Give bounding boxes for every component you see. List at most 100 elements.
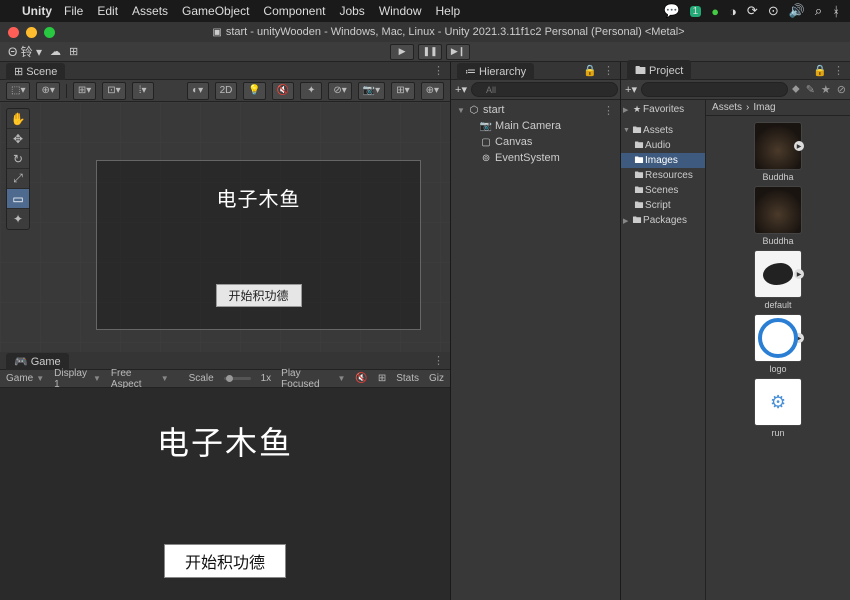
project-create-dropdown[interactable]: +▾ <box>625 83 637 96</box>
2d-toggle[interactable]: 2D <box>215 82 238 100</box>
gizmos-toggle[interactable]: ⊞▾ <box>391 82 414 100</box>
step-button[interactable]: ▶❙ <box>446 44 470 60</box>
fx-toggle[interactable]: ✦ <box>300 82 322 100</box>
pause-button[interactable]: ❚❚ <box>418 44 442 60</box>
hierarchy-row-eventsystem[interactable]: ⊚ EventSystem <box>451 150 620 166</box>
hidden-icon[interactable]: ⊘ <box>837 83 846 96</box>
menu-file[interactable]: File <box>64 4 83 18</box>
expand-icon[interactable]: ▶ <box>794 269 804 279</box>
breadcrumb-assets[interactable]: Assets <box>712 102 742 113</box>
hierarchy-menu-icon[interactable]: ⋮ <box>603 64 614 77</box>
breadcrumb-images[interactable]: Imag <box>753 102 775 113</box>
menu-jobs[interactable]: Jobs <box>339 4 364 18</box>
pivot-tool[interactable]: ⬚▾ <box>6 82 30 100</box>
maximize-icon[interactable]: ⊞ <box>378 373 386 384</box>
start-button-scene[interactable]: 开始积功德 <box>215 284 301 307</box>
sceneview-fx[interactable]: ⊘▾ <box>328 82 351 100</box>
expand-icon[interactable]: ▶ <box>794 333 804 343</box>
menu-assets[interactable]: Assets <box>132 4 168 18</box>
menu-component[interactable]: Component <box>263 4 325 18</box>
transform-tool[interactable]: ✦ <box>7 209 29 229</box>
asset-logo[interactable]: ▶ logo <box>754 314 802 374</box>
project-tree: ▶★Favorites ▼🖿Assets 🖿Audio 🖿Images 🖿Res… <box>621 100 706 600</box>
folder-resources[interactable]: 🖿Resources <box>621 168 705 183</box>
shading-mode[interactable]: ◐▾ <box>187 82 209 100</box>
scene-view[interactable]: ✋ ✥ ↻ ⤢ ▭ ✦ 电子木鱼 开始积功德 <box>0 102 450 352</box>
global-tool[interactable]: ⊕▾ <box>36 82 59 100</box>
audio-toggle[interactable]: 🔇 <box>272 82 294 100</box>
lighting-toggle[interactable]: 💡 <box>243 82 265 100</box>
grid-snap[interactable]: ⊞▾ <box>73 82 96 100</box>
filter-label-icon[interactable]: ⬥ <box>792 83 800 96</box>
start-button-game[interactable]: 开始积功德 <box>164 544 286 578</box>
project-menu-icon[interactable]: ⋮ <box>833 64 844 77</box>
tab-hierarchy[interactable]: ≔Hierarchy <box>457 63 534 80</box>
menu-edit[interactable]: Edit <box>97 4 118 18</box>
hand-tool[interactable]: ✋ <box>7 109 29 129</box>
status-icon-2[interactable]: ◑ <box>729 4 737 19</box>
assets-row[interactable]: ▼🖿Assets <box>621 123 705 138</box>
window-maximize[interactable] <box>44 27 55 38</box>
game-menu-icon[interactable]: ⋮ <box>433 354 444 367</box>
rect-tool[interactable]: ▭ <box>7 189 29 209</box>
asset-buddha-1[interactable]: ▶ Buddha <box>754 122 802 182</box>
volume-icon[interactable]: 🔊 <box>789 3 805 19</box>
project-search[interactable] <box>641 82 788 97</box>
folder-audio[interactable]: 🖿Audio <box>621 138 705 153</box>
package-icon[interactable]: ⊞ <box>69 45 78 58</box>
rotate-tool[interactable]: ↻ <box>7 149 29 169</box>
scene-camera[interactable]: ⊕▾ <box>421 82 444 100</box>
packages-row[interactable]: ▶🖿Packages <box>621 213 705 228</box>
account-icon[interactable]: Θ 铃 ▾ <box>8 43 42 60</box>
window-close[interactable] <box>8 27 19 38</box>
mute-icon[interactable]: 🔇 <box>355 373 367 384</box>
camera-settings[interactable]: 📷▾ <box>358 82 385 100</box>
hierarchy-row-scene[interactable]: ▼⬡ start ⋮ <box>451 102 620 118</box>
hierarchy-search[interactable] <box>471 82 618 97</box>
create-dropdown[interactable]: +▾ <box>455 83 467 96</box>
expand-icon[interactable]: ▶ <box>794 141 804 151</box>
status-icon-3[interactable]: ⟳ <box>747 3 758 19</box>
favorite-icon[interactable]: ★ <box>821 83 831 96</box>
play-button[interactable]: ▶ <box>390 44 414 60</box>
scale-slider[interactable] <box>224 377 251 380</box>
game-dropdown[interactable]: Game▼ <box>6 373 44 384</box>
bluetooth-icon[interactable]: ᚼ <box>832 4 840 19</box>
project-lock-icon[interactable]: 🔒 <box>813 64 827 77</box>
notification-badge[interactable]: 1 <box>690 6 702 17</box>
aspect-dropdown[interactable]: Free Aspect▼ <box>111 368 169 390</box>
asset-buddha-2[interactable]: Buddha <box>754 186 802 246</box>
cloud-icon[interactable]: ☁ <box>50 45 61 58</box>
menu-help[interactable]: Help <box>436 4 461 18</box>
asset-default[interactable]: ▶ default <box>754 250 802 310</box>
scene-menu-icon[interactable]: ⋮ <box>433 64 444 77</box>
snap-toggle[interactable]: ⁞▾ <box>132 82 154 100</box>
hierarchy-row-camera[interactable]: 📷 Main Camera <box>451 118 620 134</box>
window-minimize[interactable] <box>26 27 37 38</box>
status-icon-1[interactable]: ● <box>711 4 719 19</box>
menu-gameobject[interactable]: GameObject <box>182 4 249 18</box>
filter-type-icon[interactable]: ✎ <box>806 83 815 96</box>
wechat-icon[interactable]: 💬 <box>663 3 679 19</box>
gizmos-game-toggle[interactable]: Giz <box>429 373 444 384</box>
play-focused-dropdown[interactable]: Play Focused▼ <box>281 368 345 390</box>
favorites-row[interactable]: ▶★Favorites <box>621 102 705 117</box>
search-icon[interactable]: ⌕ <box>815 3 822 19</box>
tab-scene[interactable]: ⊞Scene <box>6 63 65 80</box>
menu-window[interactable]: Window <box>379 4 422 18</box>
folder-script[interactable]: 🖿Script <box>621 198 705 213</box>
display-dropdown[interactable]: Display 1▼ <box>54 368 101 390</box>
hierarchy-lock-icon[interactable]: 🔒 <box>583 64 597 77</box>
asset-run[interactable]: run <box>754 378 802 438</box>
scale-tool[interactable]: ⤢ <box>7 169 29 189</box>
hierarchy-row-canvas[interactable]: ▢ Canvas <box>451 134 620 150</box>
app-name[interactable]: Unity <box>22 4 52 18</box>
canvas-rect[interactable]: 电子木鱼 开始积功德 <box>96 160 421 330</box>
stats-toggle[interactable]: Stats <box>396 373 419 384</box>
scene-options-icon[interactable]: ⋮ <box>603 104 614 117</box>
sync-icon[interactable]: ⊙ <box>768 3 779 19</box>
snap-increment[interactable]: ⊡▾ <box>102 82 125 100</box>
move-tool[interactable]: ✥ <box>7 129 29 149</box>
folder-scenes[interactable]: 🖿Scenes <box>621 183 705 198</box>
folder-images[interactable]: 🖿Images <box>621 153 705 168</box>
